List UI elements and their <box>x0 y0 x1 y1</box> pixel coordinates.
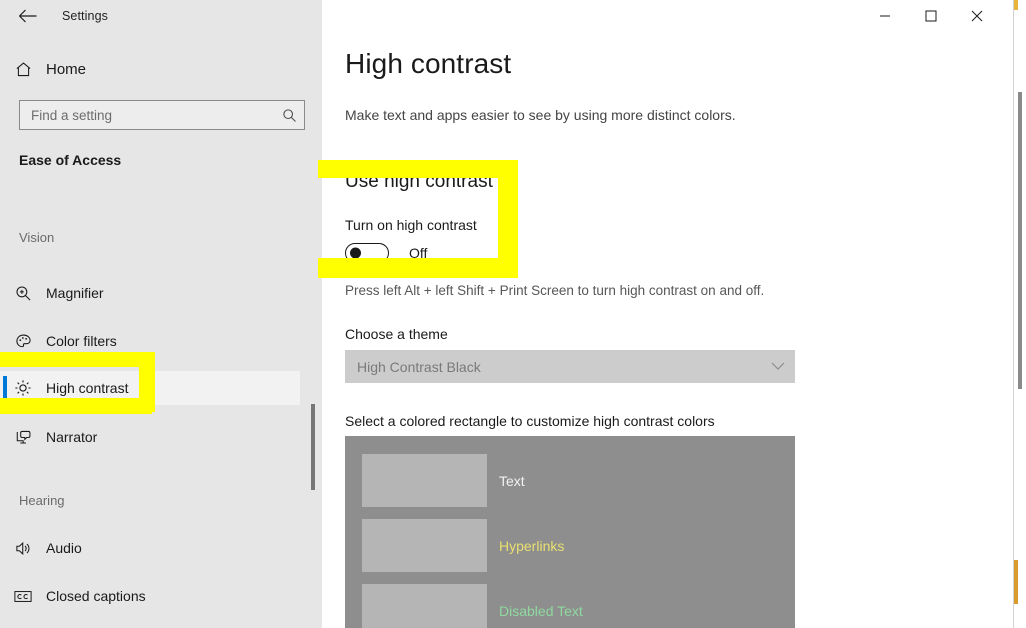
theme-dropdown-value: High Contrast Black <box>357 358 481 375</box>
window-title: Settings <box>62 9 108 23</box>
color-swatch-panel: Text Hyperlinks Disabled Text <box>345 436 795 628</box>
maximize-button[interactable] <box>908 0 954 32</box>
swatch-instruction-text: Select a colored rectangle to customize … <box>345 413 715 429</box>
home-icon <box>0 52 46 86</box>
sidebar-scrollbar-thumb[interactable] <box>311 404 315 490</box>
shortcut-hint-text: Press left Alt + left Shift + Print Scre… <box>345 283 765 298</box>
swatch-label: Disabled Text <box>499 602 583 619</box>
window-edge-divider <box>1013 0 1014 628</box>
search-icon[interactable] <box>274 101 304 129</box>
search-input[interactable] <box>20 101 274 129</box>
sidebar-item-label: Closed captions <box>46 588 146 604</box>
background-window-sliver-bottom <box>1014 560 1018 604</box>
swatch-label: Hyperlinks <box>499 537 565 554</box>
sidebar-item-label: Narrator <box>46 429 98 445</box>
sidebar-group-vision-label: Vision <box>19 230 55 245</box>
sidebar-item-label: Color filters <box>46 333 117 349</box>
home-label: Home <box>46 60 87 78</box>
sidebar-category-title: Ease of Access <box>19 152 122 168</box>
sidebar: Home Ease of Access Vision Magnifier <box>0 0 322 628</box>
closed-captions-icon <box>0 579 46 613</box>
section-heading-use-high-contrast: Use high contrast <box>345 171 493 192</box>
sidebar-item-color-filters[interactable]: Color filters <box>0 324 300 358</box>
color-palette-icon <box>0 324 46 358</box>
toggle-knob <box>350 247 361 259</box>
sidebar-item-label: Magnifier <box>46 285 104 301</box>
sidebar-group-hearing-label: Hearing <box>19 493 65 508</box>
sidebar-scrollbar[interactable] <box>311 0 316 628</box>
color-chip[interactable] <box>362 519 487 572</box>
maximize-icon <box>925 10 937 22</box>
search-box[interactable] <box>19 100 305 130</box>
window-controls <box>862 0 1000 32</box>
page-subtitle: Make text and apps easier to see by usin… <box>345 107 736 123</box>
speaker-volume-icon <box>0 531 46 565</box>
sidebar-item-closed-captions[interactable]: Closed captions <box>0 579 300 613</box>
right-edge-strip <box>1010 0 1026 628</box>
swatch-label: Text <box>499 472 525 489</box>
brightness-sun-icon <box>0 371 46 405</box>
sidebar-item-audio[interactable]: Audio <box>0 531 300 565</box>
sidebar-item-narrator[interactable]: Narrator <box>0 420 300 454</box>
main-content: High contrast Make text and apps easier … <box>322 0 1010 628</box>
theme-dropdown[interactable]: High Contrast Black <box>345 350 795 383</box>
back-button[interactable] <box>8 0 48 32</box>
narrator-monitor-icon <box>0 420 46 454</box>
minimize-button[interactable] <box>862 0 908 32</box>
color-chip[interactable] <box>362 584 487 628</box>
minimize-icon <box>879 10 891 22</box>
toggle-state-label: Off <box>409 245 428 261</box>
swatch-row-hyperlinks[interactable]: Hyperlinks <box>345 513 795 578</box>
sidebar-item-magnifier[interactable]: Magnifier <box>0 276 300 310</box>
high-contrast-toggle-row[interactable]: Off <box>345 243 427 263</box>
sidebar-item-high-contrast[interactable]: High contrast <box>0 371 300 405</box>
magnifier-icon <box>0 276 46 310</box>
sidebar-item-home[interactable]: Home <box>0 52 300 86</box>
color-chip[interactable] <box>362 454 487 507</box>
sidebar-item-label: High contrast <box>46 380 129 396</box>
swatch-row-disabled-text[interactable]: Disabled Text <box>345 578 795 628</box>
close-icon <box>971 10 983 22</box>
high-contrast-toggle[interactable] <box>345 243 389 263</box>
swatch-row-text[interactable]: Text <box>345 448 795 513</box>
page-title: High contrast <box>345 48 512 79</box>
choose-theme-label: Choose a theme <box>345 326 448 342</box>
chevron-down-icon <box>761 350 795 383</box>
page-scrollbar-thumb[interactable] <box>1018 92 1022 389</box>
close-button[interactable] <box>954 0 1000 32</box>
settings-window: Settings Home Find a setting Ease of Acc… <box>0 0 1026 628</box>
back-arrow-icon <box>18 8 38 24</box>
toggle-label: Turn on high contrast <box>345 217 477 233</box>
sidebar-item-label: Audio <box>46 540 82 556</box>
title-bar: Settings <box>0 0 1026 32</box>
